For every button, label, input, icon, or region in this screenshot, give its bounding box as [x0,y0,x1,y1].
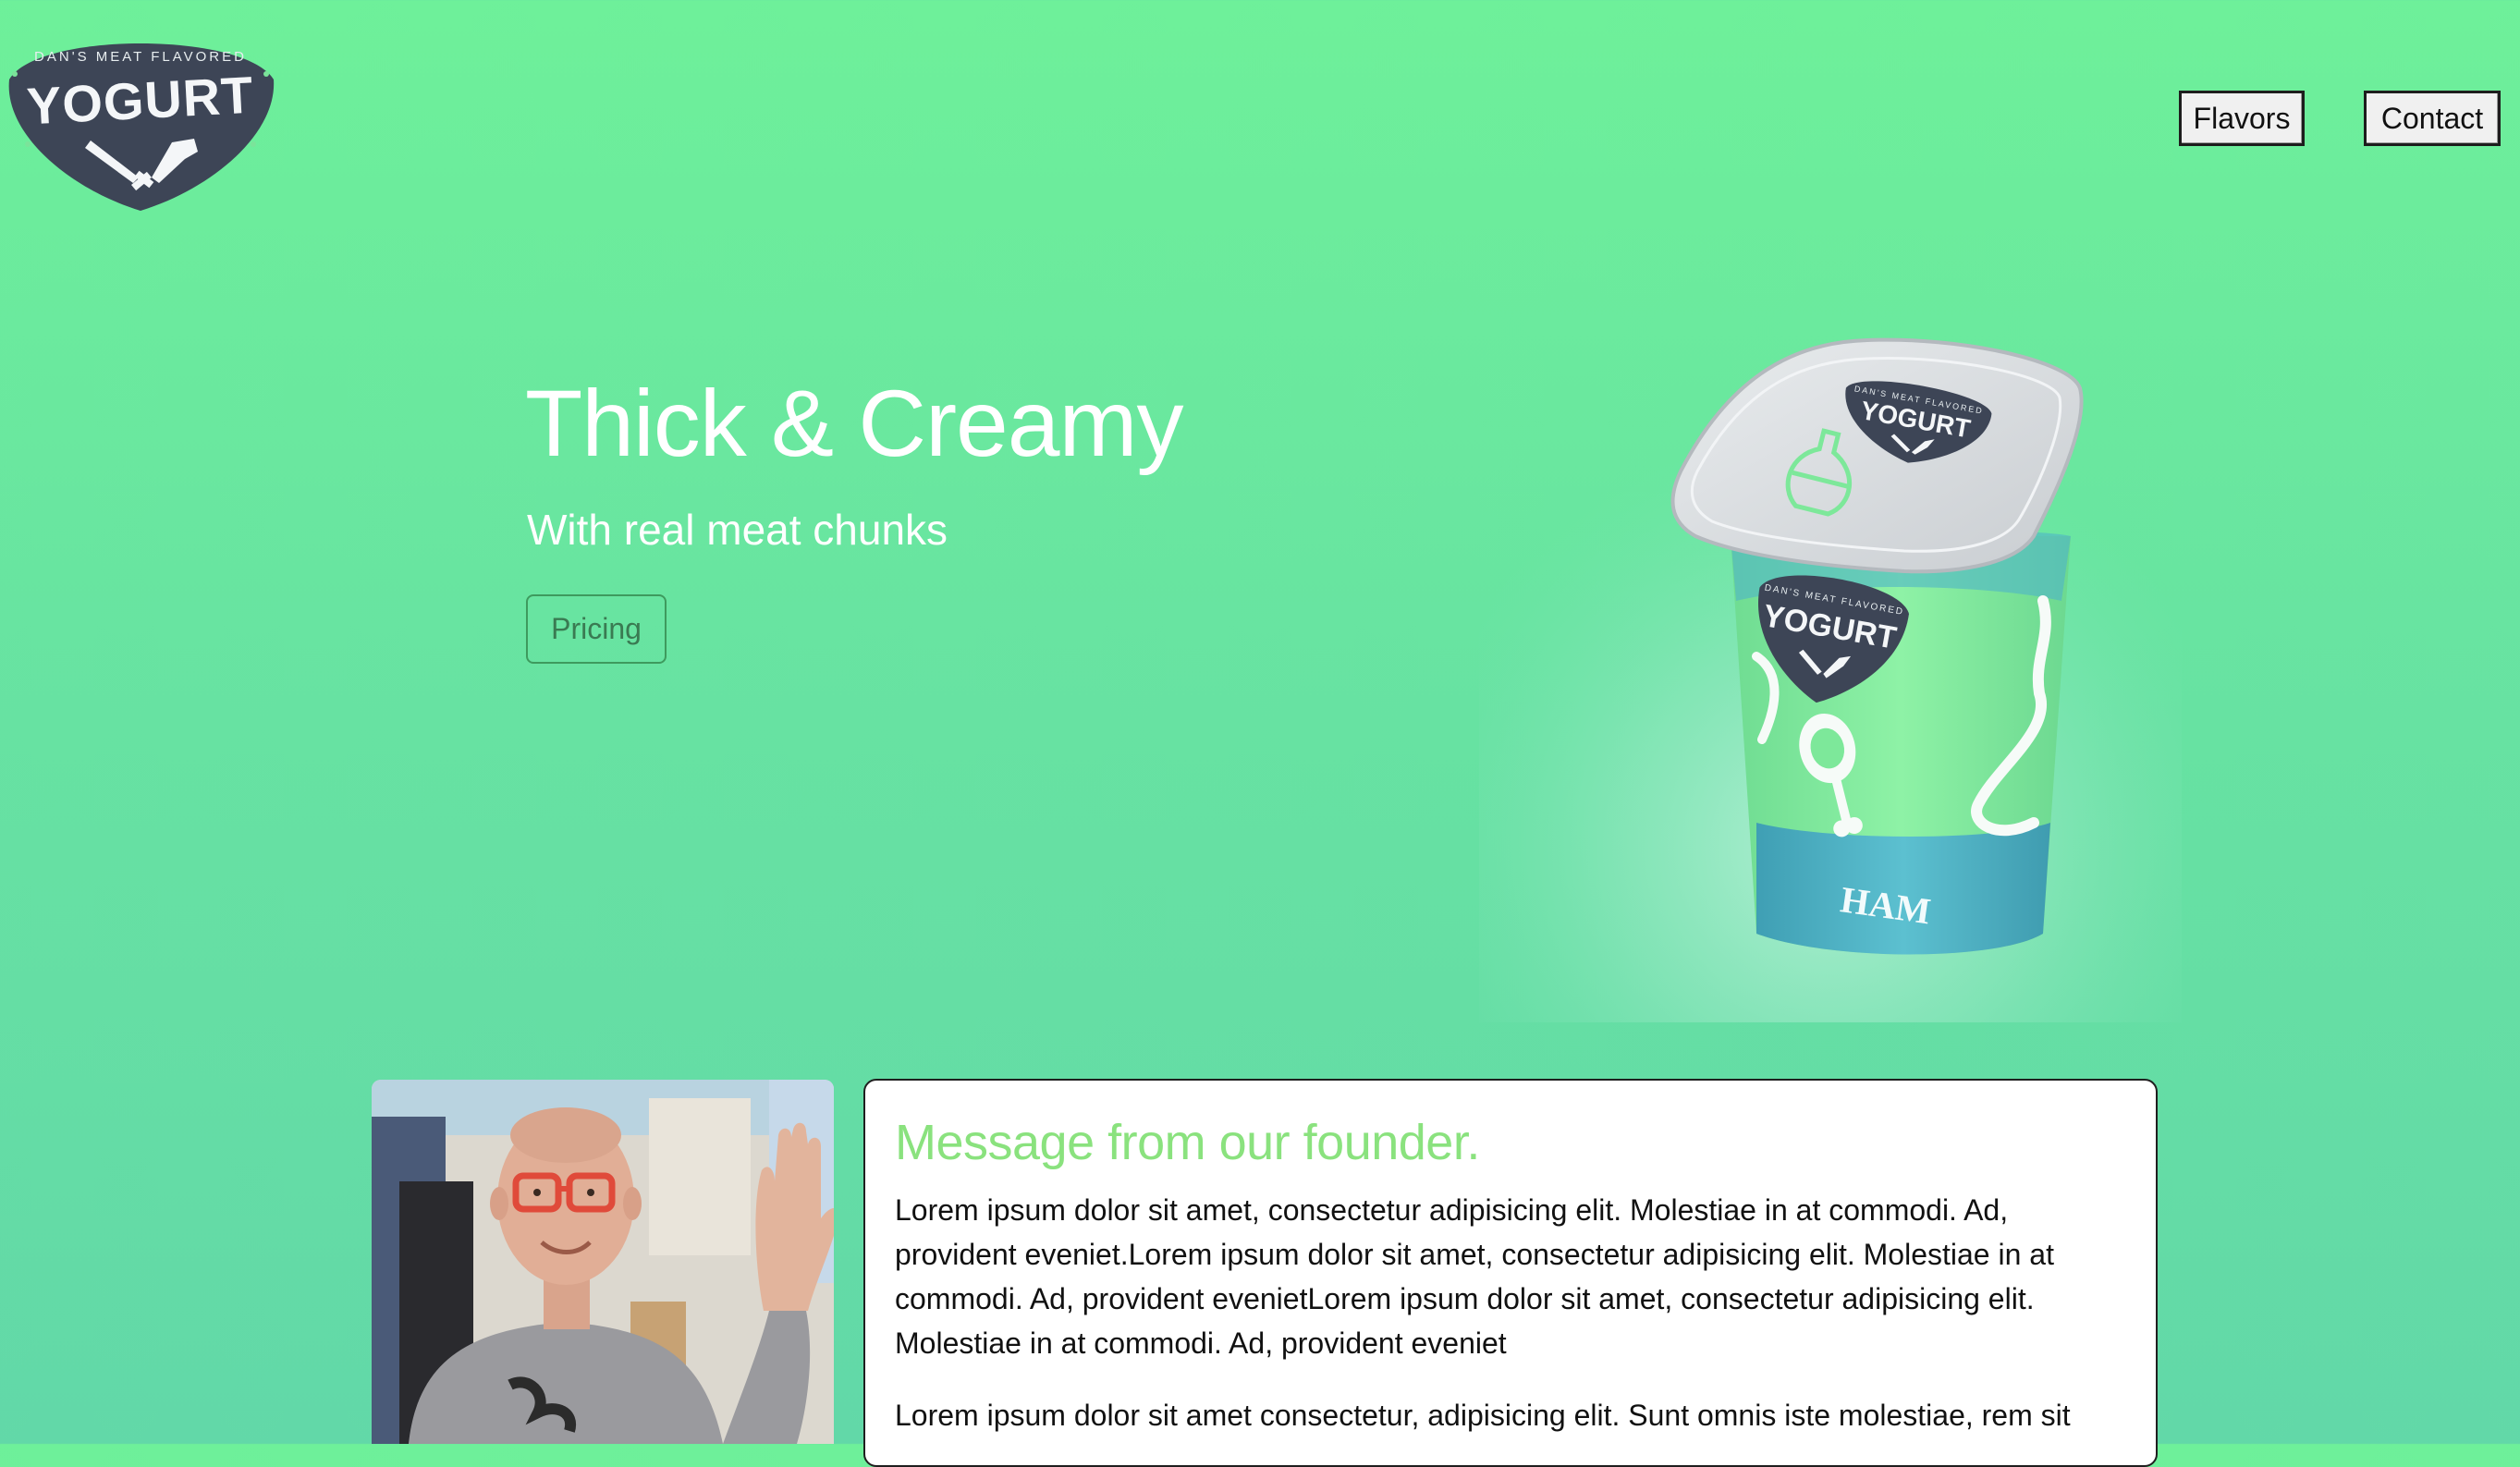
founder-photo [372,1080,834,1444]
founder-message-paragraph: Lorem ipsum dolor sit amet, consectetur … [895,1193,2054,1360]
pricing-button[interactable]: Pricing [526,594,667,664]
nav-flavors-button[interactable]: Flavors [2179,91,2305,146]
nav-contact-button[interactable]: Contact [2364,91,2501,146]
brand-logo[interactable]: DAN'S MEAT FLAVORED YOGURT [0,22,281,213]
logo-top-text: DAN'S MEAT FLAVORED [34,49,247,65]
logo-brand-text: YOGURT [25,66,255,136]
founder-message-paragraph: Lorem ipsum dolor sit amet consectetur, … [895,1399,2071,1432]
founder-message-title: Message from our founder. [895,1115,1480,1170]
logo-badge: DAN'S MEAT FLAVORED YOGURT [8,43,275,211]
founder-message-card: Message from our founder. Lorem ipsum do… [863,1079,2158,1467]
hero-subtitle: With real meat chunks [527,506,948,554]
hero-title: Thick & Creamy [525,371,1183,476]
product-image: DAN'S MEAT FLAVORED YOGURT HAM DAN'S MEA… [1479,324,2182,1022]
